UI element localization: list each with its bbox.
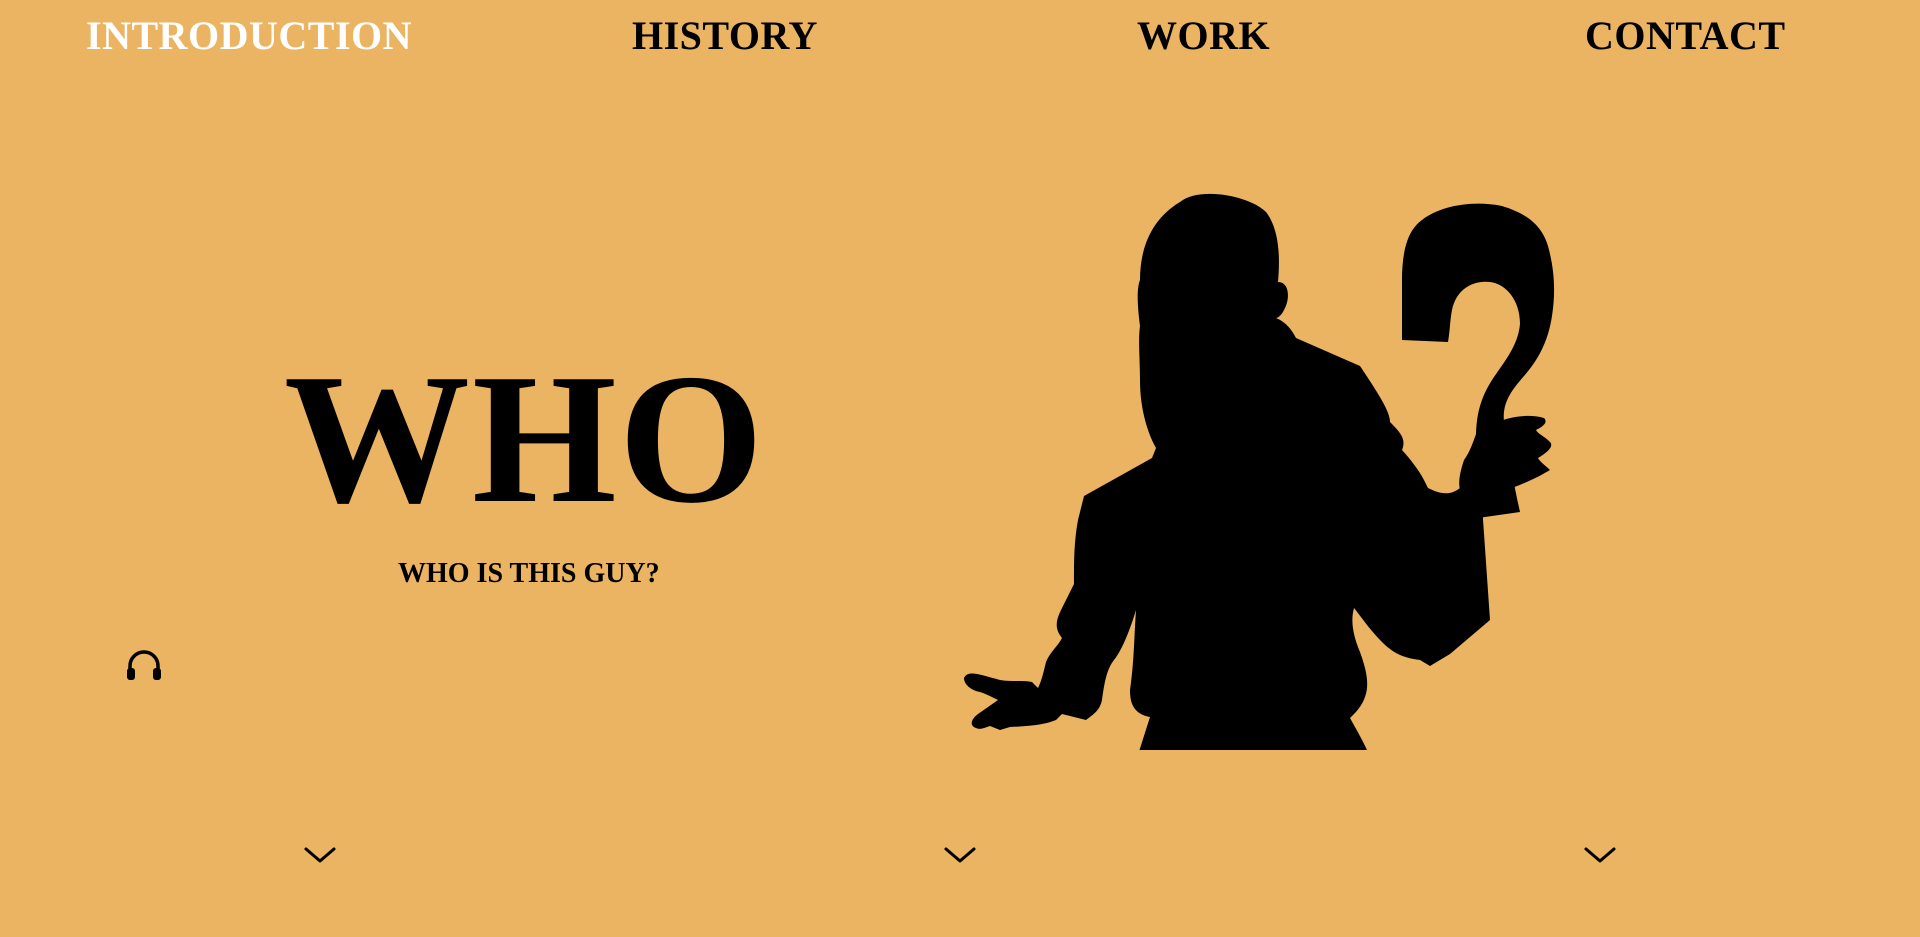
headphones-icon[interactable] [124, 646, 164, 686]
nav-item-introduction[interactable]: INTRODUCTION [86, 10, 412, 62]
silhouette-hand [1459, 415, 1552, 497]
top-nav: INTRODUCTION HISTORY WORK CONTACT [0, 0, 1920, 76]
nav-item-contact[interactable]: CONTACT [1585, 10, 1786, 62]
nav-item-work[interactable]: WORK [1137, 10, 1270, 62]
man-with-question-mark-illustration [964, 194, 1555, 750]
page: INTRODUCTION HISTORY WORK CONTACT WHO WH… [0, 0, 1920, 937]
hero-title: WHO [284, 336, 766, 542]
scroll-down-chevron-icon[interactable] [942, 843, 978, 867]
nav-item-history[interactable]: HISTORY [632, 10, 818, 62]
hero-subtitle: WHO IS THIS GUY? [398, 558, 660, 589]
scroll-down-chevron-icon[interactable] [1582, 843, 1618, 867]
scroll-down-chevron-icon[interactable] [302, 843, 338, 867]
